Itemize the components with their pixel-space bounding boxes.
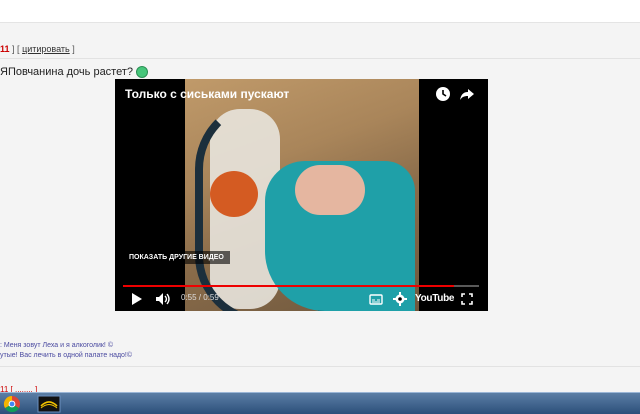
progress-fill <box>123 285 455 287</box>
play-icon[interactable] <box>131 292 143 306</box>
post-meta-row: 11 ] [ цитировать ] <box>0 44 75 54</box>
time-display: 0:55 / 0:59 <box>181 293 219 302</box>
divider <box>0 58 640 59</box>
video-frame[interactable] <box>185 79 419 311</box>
volume-icon[interactable] <box>155 292 171 306</box>
post-text: ЯПовчанина дочь растет? <box>0 66 149 78</box>
more-videos-button[interactable]: ПОКАЗАТЬ ДРУГИЕ ВИДЕО <box>123 251 230 264</box>
app-icon[interactable] <box>34 394 64 413</box>
progress-bar[interactable] <box>123 285 479 287</box>
signature-line: утые! Вас лечить в одной палате надо!© <box>0 352 133 359</box>
share-icon[interactable] <box>459 86 475 102</box>
video-content-shape <box>210 171 258 217</box>
youtube-logo[interactable]: YouTube <box>415 293 455 304</box>
bracket-open: ] [ <box>12 44 20 54</box>
bracket-close: ] <box>72 44 75 54</box>
smiley-icon <box>136 66 149 78</box>
browser-top-area <box>0 0 640 23</box>
question-text: ЯПовчанина дочь растет? <box>0 66 134 78</box>
chrome-icon[interactable] <box>0 394 30 413</box>
fullscreen-icon[interactable] <box>461 292 473 306</box>
video-content-shape <box>295 165 365 215</box>
clock-icon[interactable] <box>435 86 451 102</box>
settings-icon[interactable] <box>393 292 407 306</box>
video-player[interactable]: Только с сиськами пускают ПОКАЗАТЬ ДРУГИ… <box>115 79 488 311</box>
video-title[interactable]: Только с сиськами пускают <box>125 87 289 101</box>
quote-link[interactable]: цитировать <box>22 44 70 54</box>
subtitles-icon[interactable] <box>369 292 383 306</box>
post-number[interactable]: 11 <box>0 44 10 54</box>
signature-line: : Меня зовут Леха и я алкоголик! © <box>0 342 113 349</box>
windows-taskbar <box>0 392 640 414</box>
divider <box>0 366 640 367</box>
